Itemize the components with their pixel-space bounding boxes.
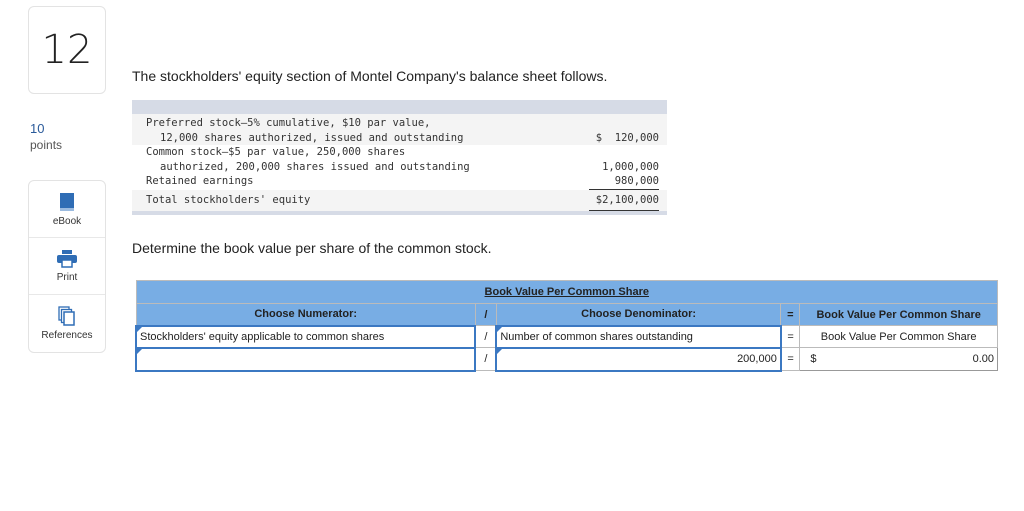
header-numerator: Choose Numerator: [135,303,476,326]
bs-total: $2,100,000 [589,190,659,211]
bs-label: 12,000 shares authorized, issued and out… [160,131,464,144]
slash: / [474,347,497,371]
bs-amount: $ 120,000 [595,131,659,144]
question-prompt: The stockholders' equity section of Mont… [132,68,608,84]
header-denominator: Choose Denominator: [495,303,782,326]
numerator-select[interactable]: Stockholders' equity applicable to commo… [134,324,477,349]
bs-label: authorized, 200,000 shares issued and ou… [160,160,470,173]
points-value: 10 [30,121,45,136]
equals: = [780,325,801,348]
numerator-input[interactable] [134,346,477,372]
denominator-input[interactable]: 200,000 [495,346,782,372]
bs-label: Retained earnings [146,175,254,187]
bs-label: Preferred stock—5% cumulative, $10 par v… [146,117,431,129]
tools-panel: eBook Print References [28,180,106,353]
bs-label: Total stockholders' equity [146,193,311,206]
denominator-select[interactable]: Number of common shares outstanding [495,324,782,349]
equals: = [780,347,801,371]
result-amount: 0.00 [972,353,994,365]
header-slash: / [474,303,497,326]
points-label: points [30,138,63,152]
answer-table: Book Value Per Common Share Choose Numer… [134,280,998,372]
instruction: Determine the book value per share of th… [132,240,492,256]
documents-icon [58,306,75,326]
print-button[interactable]: Print [29,238,105,295]
header-equals: = [780,303,801,326]
bs-amount: 980,000 [589,174,659,190]
print-label: Print [56,271,78,283]
balance-sheet: Preferred stock—5% cumulative, $10 par v… [132,100,667,215]
question-number: 12 [28,6,106,94]
ebook-label: eBook [52,215,82,227]
bs-label: Common stock—$5 par value, 250,000 share… [146,146,406,158]
book-icon [60,192,74,211]
printer-icon [57,249,77,268]
points: 10 points [30,120,62,154]
result-value: $0.00 [800,348,997,370]
currency-symbol: $ [810,353,817,365]
result-label: Book Value Per Common Share [799,325,998,348]
answer-table-title: Book Value Per Common Share [135,280,998,304]
ebook-button[interactable]: eBook [29,181,105,238]
references-button[interactable]: References [29,295,105,352]
slash: / [474,325,497,348]
header-result: Book Value Per Common Share [799,303,998,326]
references-label: References [41,330,93,341]
bs-amount: 1,000,000 [602,160,659,173]
